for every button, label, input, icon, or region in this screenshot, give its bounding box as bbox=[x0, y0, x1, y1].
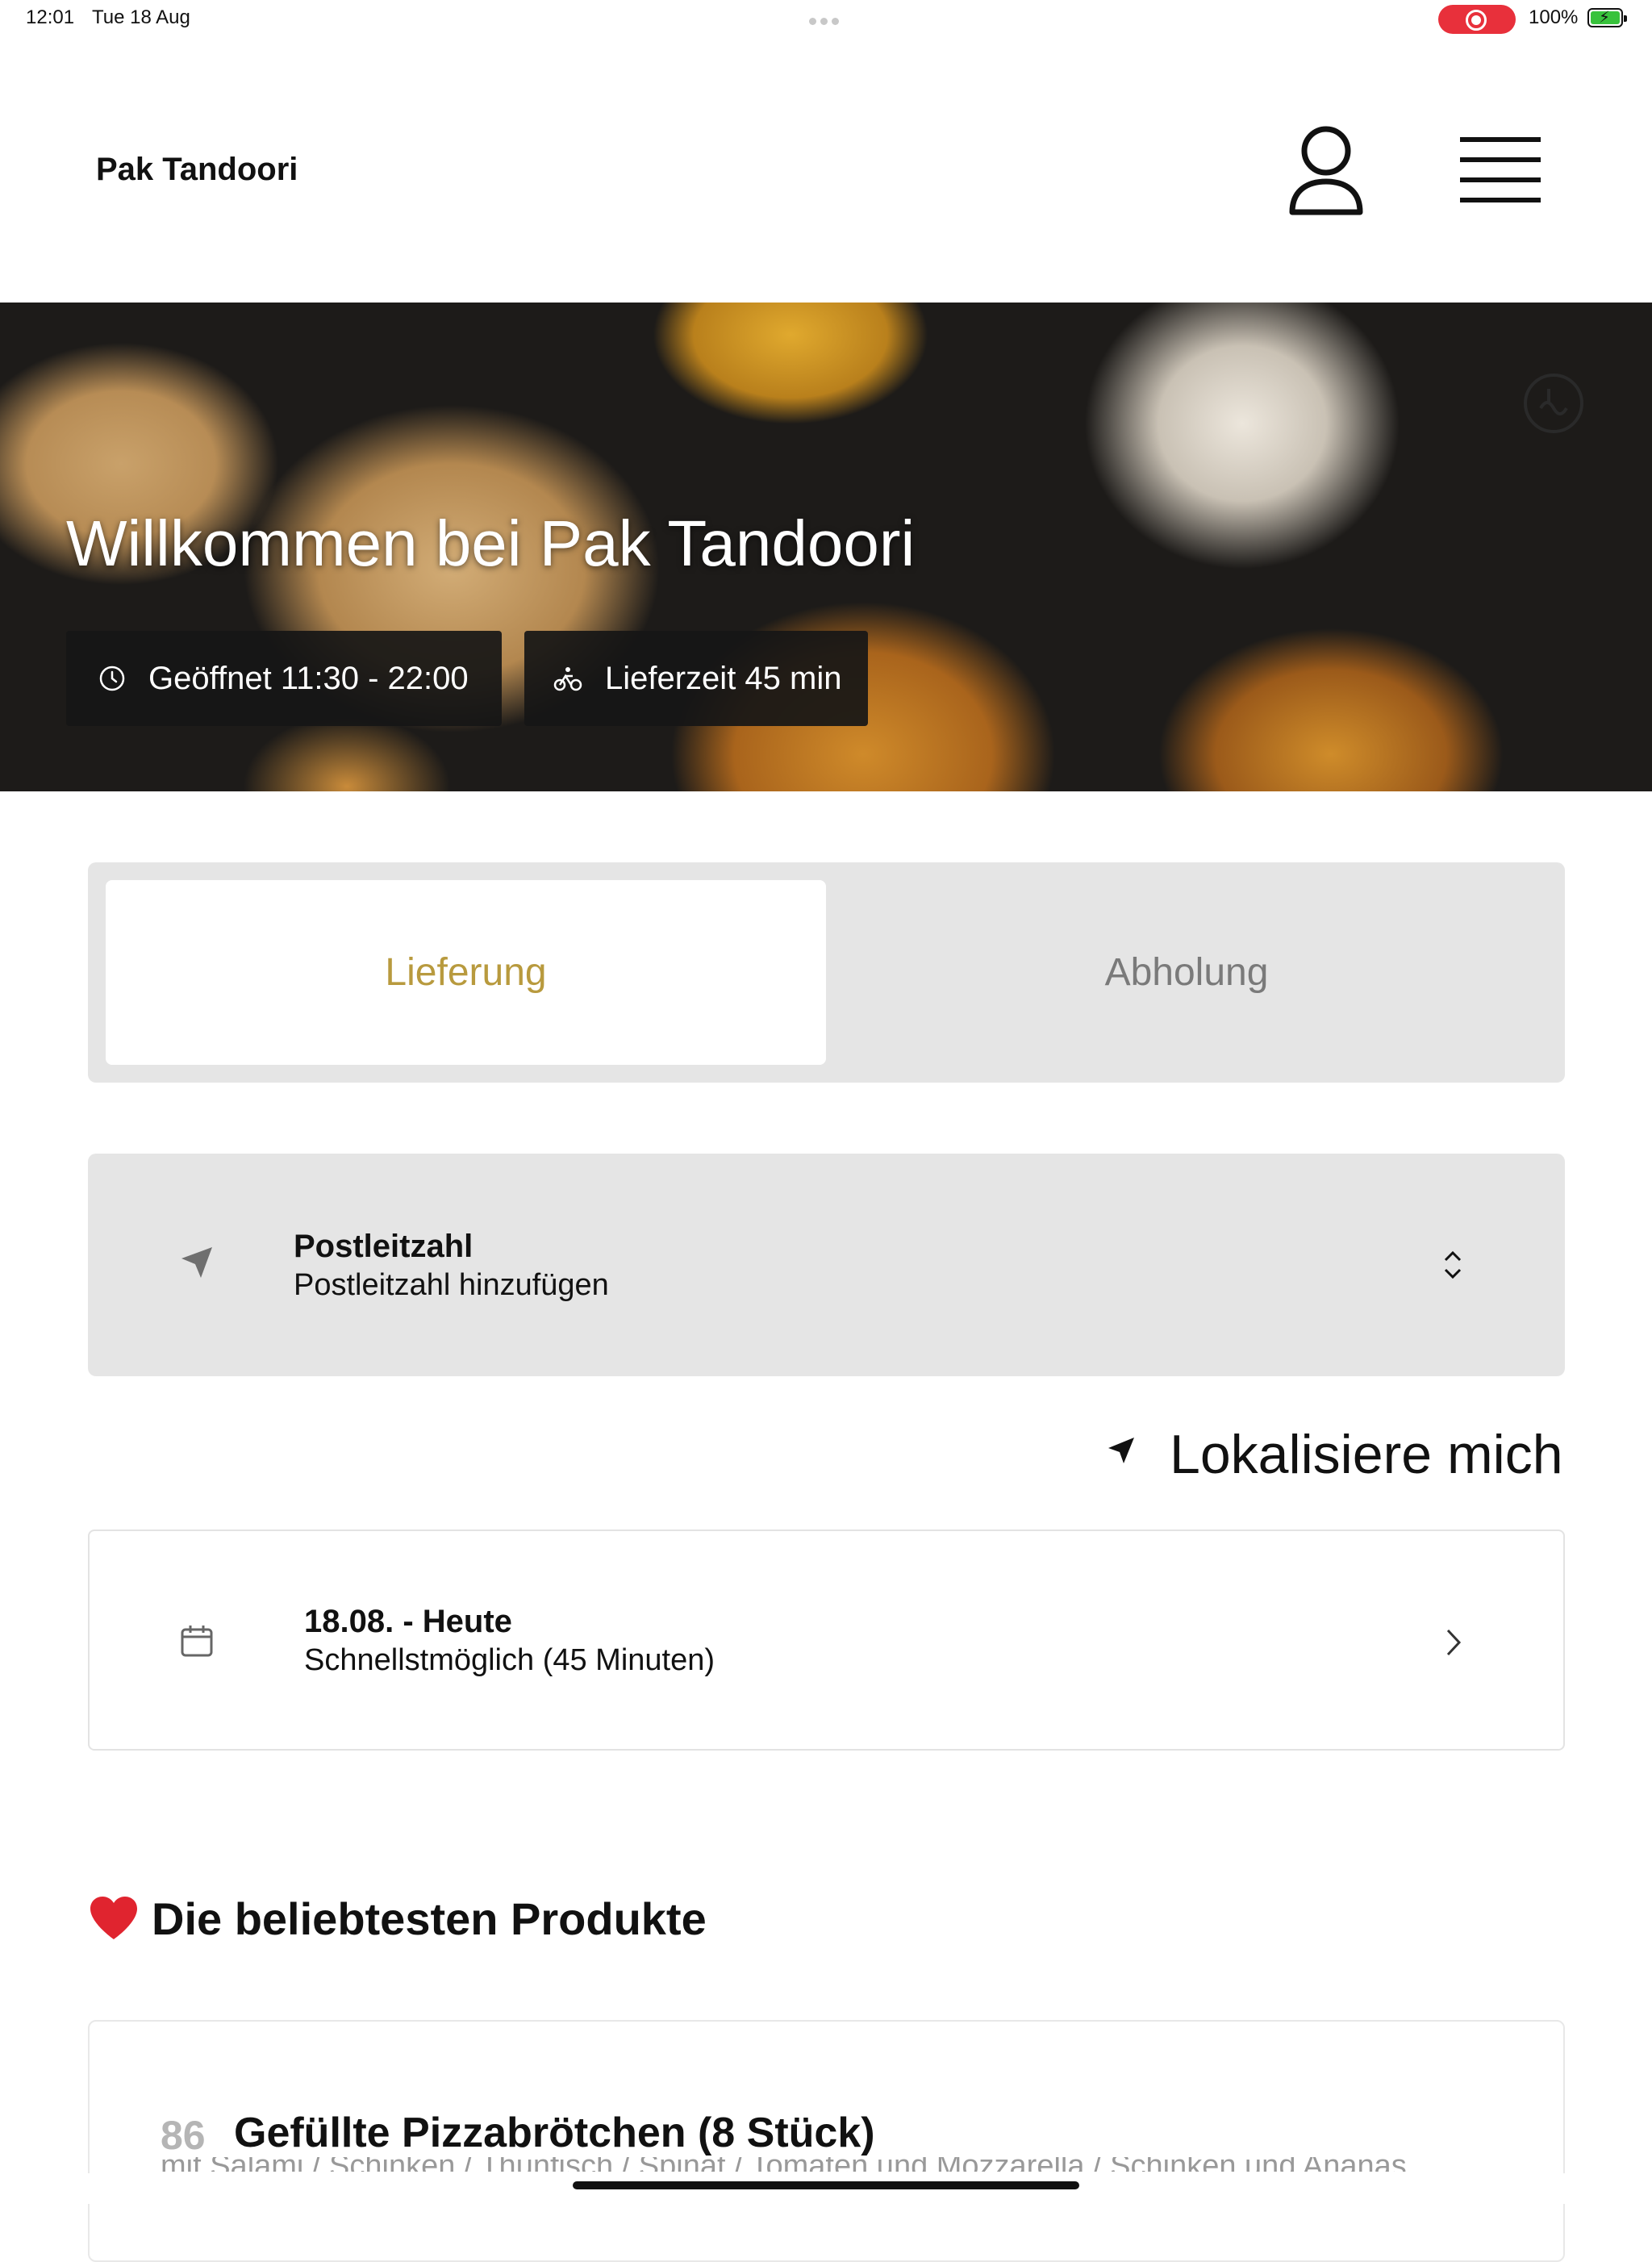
calendar-icon bbox=[179, 1623, 215, 1659]
halal-icon bbox=[1521, 371, 1586, 436]
product-description: mit Salami / Schinken / Thunfisch / Spin… bbox=[161, 2157, 1532, 2172]
product-name: Gefüllte Pizzabrötchen (8 Stück) bbox=[234, 2110, 875, 2156]
delivery-time-text: Lieferzeit 45 min bbox=[605, 660, 842, 696]
schedule-subtitle: Schnellstmöglich (45 Minuten) bbox=[304, 1643, 715, 1677]
delivery-time-chip: Lieferzeit 45 min bbox=[524, 631, 868, 726]
status-time: 12:01 bbox=[26, 6, 75, 28]
tab-delivery-label: Lieferung bbox=[385, 951, 547, 994]
battery-percentage: 100% bbox=[1529, 6, 1579, 28]
postcode-title: Postleitzahl bbox=[294, 1229, 473, 1264]
heart-icon bbox=[89, 1896, 139, 1941]
user-account-button[interactable] bbox=[1287, 125, 1365, 219]
clock-icon bbox=[99, 666, 125, 691]
multitasking-dots-icon[interactable] bbox=[809, 15, 845, 25]
menu-icon bbox=[1460, 137, 1541, 202]
status-bar: 12:01 Tue 18 Aug 100% ⚡ bbox=[0, 0, 1652, 39]
schedule-selector[interactable] bbox=[88, 1530, 1565, 1751]
brand-name[interactable]: Pak Tandoori bbox=[96, 152, 298, 188]
user-icon bbox=[1289, 126, 1363, 215]
postcode-selector[interactable] bbox=[88, 1154, 1565, 1376]
location-arrow-icon bbox=[177, 1242, 217, 1283]
screen-recording-indicator[interactable] bbox=[1438, 5, 1516, 34]
chevron-up-down-icon bbox=[1441, 1247, 1465, 1283]
locate-me-link[interactable]: Lokalisiere mich bbox=[1170, 1423, 1563, 1486]
status-date: Tue 18 Aug bbox=[92, 6, 190, 28]
chevron-right-icon bbox=[1444, 1626, 1463, 1659]
battery-icon: ⚡ bbox=[1587, 8, 1627, 27]
opening-hours-text: Geöffnet 11:30 - 22:00 bbox=[148, 660, 469, 696]
postcode-subtitle: Postleitzahl hinzufügen bbox=[294, 1268, 609, 1302]
tab-pickup-label: Abholung bbox=[1104, 951, 1269, 994]
opening-hours-chip: Geöffnet 11:30 - 22:00 bbox=[66, 631, 502, 726]
product-description-text: mit Salami / Schinken / Thunfisch / Spin… bbox=[161, 2157, 1407, 2172]
hero-title: Willkommen bei Pak Tandoori bbox=[66, 507, 916, 579]
tab-pickup[interactable]: Abholung bbox=[826, 880, 1547, 1065]
tab-delivery[interactable]: Lieferung bbox=[106, 880, 826, 1065]
bicycle-icon bbox=[553, 667, 582, 691]
popular-products-heading: Die beliebtesten Produkte bbox=[152, 1893, 707, 1944]
locate-arrow-icon[interactable] bbox=[1105, 1434, 1137, 1467]
product-number: 86 bbox=[161, 2113, 206, 2158]
schedule-title: 18.08. - Heute bbox=[304, 1604, 512, 1639]
home-indicator[interactable] bbox=[573, 2181, 1079, 2189]
menu-button[interactable] bbox=[1460, 136, 1541, 205]
